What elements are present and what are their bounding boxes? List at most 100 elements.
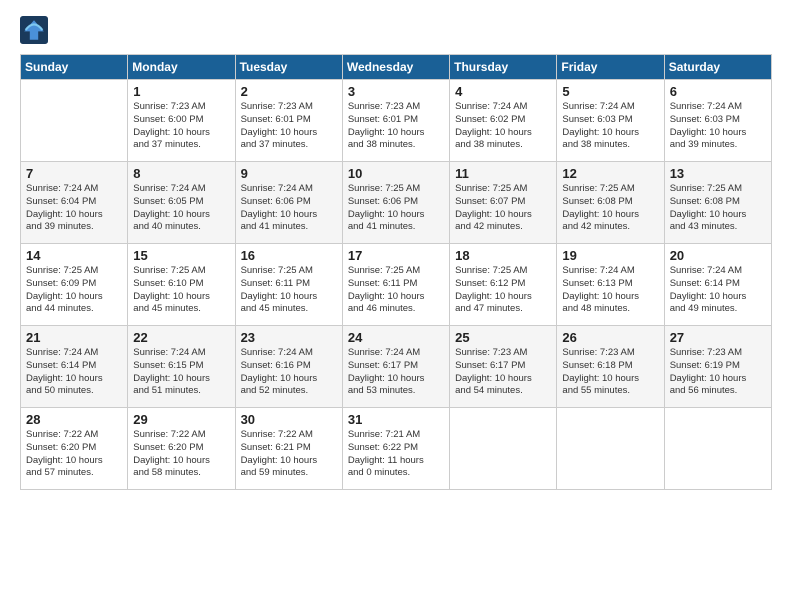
day-number: 13	[670, 166, 766, 181]
day-cell: 27 Sunrise: 7:23 AM Sunset: 6:19 PM Dayli…	[664, 326, 771, 408]
day-cell: 2Sunrise: 7:23 AM Sunset: 6:01 PM Daylig…	[235, 80, 342, 162]
cell-info: Sunrise: 7:24 AM Sunset: 6:04 PM Dayligh…	[26, 183, 122, 234]
day-cell: 17 Sunrise: 7:25 AM Sunset: 6:11 PM Dayli…	[342, 244, 449, 326]
cell-info: Sunrise: 7:23 AM Sunset: 6:19 PM Dayligh…	[670, 347, 766, 398]
day-number: 26	[562, 330, 658, 345]
day-cell	[557, 408, 664, 490]
cell-info: Sunrise: 7:24 AM Sunset: 6:16 PM Dayligh…	[241, 347, 337, 398]
day-number: 30	[241, 412, 337, 427]
day-cell	[450, 408, 557, 490]
day-cell: 29 Sunrise: 7:22 AM Sunset: 6:20 PM Dayli…	[128, 408, 235, 490]
day-number: 29	[133, 412, 229, 427]
day-cell: 24 Sunrise: 7:24 AM Sunset: 6:17 PM Dayli…	[342, 326, 449, 408]
day-number: 19	[562, 248, 658, 263]
day-number: 5	[562, 84, 658, 99]
day-number: 24	[348, 330, 444, 345]
cell-info: Sunrise: 7:23 AM Sunset: 6:01 PM Dayligh…	[348, 101, 444, 152]
week-row-2: 7 Sunrise: 7:24 AM Sunset: 6:04 PM Daylig…	[21, 162, 772, 244]
cell-info: Sunrise: 7:22 AM Sunset: 6:20 PM Dayligh…	[26, 429, 122, 480]
day-number: 28	[26, 412, 122, 427]
day-cell: 7 Sunrise: 7:24 AM Sunset: 6:04 PM Daylig…	[21, 162, 128, 244]
day-cell: 16 Sunrise: 7:25 AM Sunset: 6:11 PM Dayli…	[235, 244, 342, 326]
col-header-tuesday: Tuesday	[235, 55, 342, 80]
week-row-4: 21 Sunrise: 7:24 AM Sunset: 6:14 PM Dayli…	[21, 326, 772, 408]
day-cell: 31 Sunrise: 7:21 AM Sunset: 6:22 PM Dayli…	[342, 408, 449, 490]
day-cell: 14 Sunrise: 7:25 AM Sunset: 6:09 PM Dayli…	[21, 244, 128, 326]
col-header-thursday: Thursday	[450, 55, 557, 80]
day-cell: 9Sunrise: 7:24 AM Sunset: 6:06 PM Daylig…	[235, 162, 342, 244]
col-header-wednesday: Wednesday	[342, 55, 449, 80]
page: SundayMondayTuesdayWednesdayThursdayFrid…	[0, 0, 792, 612]
day-number: 27	[670, 330, 766, 345]
week-row-1: 1 Sunrise: 7:23 AM Sunset: 6:00 PM Daylig…	[21, 80, 772, 162]
day-number: 7	[26, 166, 122, 181]
day-cell: 12Sunrise: 7:25 AM Sunset: 6:08 PM Dayli…	[557, 162, 664, 244]
day-number: 14	[26, 248, 122, 263]
day-cell: 8 Sunrise: 7:24 AM Sunset: 6:05 PM Daylig…	[128, 162, 235, 244]
cell-info: Sunrise: 7:24 AM Sunset: 6:03 PM Dayligh…	[562, 101, 658, 152]
day-cell: 15 Sunrise: 7:25 AM Sunset: 6:10 PM Dayli…	[128, 244, 235, 326]
day-cell: 22Sunrise: 7:24 AM Sunset: 6:15 PM Dayli…	[128, 326, 235, 408]
day-cell: 30 Sunrise: 7:22 AM Sunset: 6:21 PM Dayli…	[235, 408, 342, 490]
day-number: 21	[26, 330, 122, 345]
cell-info: Sunrise: 7:22 AM Sunset: 6:20 PM Dayligh…	[133, 429, 229, 480]
cell-info: Sunrise: 7:25 AM Sunset: 6:11 PM Dayligh…	[241, 265, 337, 316]
day-cell: 1 Sunrise: 7:23 AM Sunset: 6:00 PM Daylig…	[128, 80, 235, 162]
col-header-sunday: Sunday	[21, 55, 128, 80]
cell-info: Sunrise: 7:23 AM Sunset: 6:17 PM Dayligh…	[455, 347, 551, 398]
cell-info: Sunrise: 7:25 AM Sunset: 6:10 PM Dayligh…	[133, 265, 229, 316]
day-number: 23	[241, 330, 337, 345]
day-number: 6	[670, 84, 766, 99]
day-number: 15	[133, 248, 229, 263]
cell-info: Sunrise: 7:24 AM Sunset: 6:14 PM Dayligh…	[26, 347, 122, 398]
day-number: 17	[348, 248, 444, 263]
day-number: 2	[241, 84, 337, 99]
cell-info: Sunrise: 7:25 AM Sunset: 6:11 PM Dayligh…	[348, 265, 444, 316]
cell-info: Sunrise: 7:25 AM Sunset: 6:06 PM Dayligh…	[348, 183, 444, 234]
cell-info: Sunrise: 7:25 AM Sunset: 6:09 PM Dayligh…	[26, 265, 122, 316]
day-number: 31	[348, 412, 444, 427]
day-cell: 25 Sunrise: 7:23 AM Sunset: 6:17 PM Dayli…	[450, 326, 557, 408]
header	[20, 16, 772, 44]
day-cell: 4 Sunrise: 7:24 AM Sunset: 6:02 PM Daylig…	[450, 80, 557, 162]
day-number: 1	[133, 84, 229, 99]
header-row: SundayMondayTuesdayWednesdayThursdayFrid…	[21, 55, 772, 80]
col-header-monday: Monday	[128, 55, 235, 80]
day-cell: 11 Sunrise: 7:25 AM Sunset: 6:07 PM Dayli…	[450, 162, 557, 244]
cell-info: Sunrise: 7:21 AM Sunset: 6:22 PM Dayligh…	[348, 429, 444, 480]
cell-info: Sunrise: 7:24 AM Sunset: 6:05 PM Dayligh…	[133, 183, 229, 234]
cell-info: Sunrise: 7:24 AM Sunset: 6:15 PM Dayligh…	[133, 347, 229, 398]
col-header-saturday: Saturday	[664, 55, 771, 80]
day-number: 4	[455, 84, 551, 99]
day-number: 12	[562, 166, 658, 181]
day-number: 25	[455, 330, 551, 345]
cell-info: Sunrise: 7:25 AM Sunset: 6:07 PM Dayligh…	[455, 183, 551, 234]
day-cell: 19 Sunrise: 7:24 AM Sunset: 6:13 PM Dayli…	[557, 244, 664, 326]
cell-info: Sunrise: 7:24 AM Sunset: 6:17 PM Dayligh…	[348, 347, 444, 398]
day-number: 3	[348, 84, 444, 99]
logo	[20, 16, 52, 44]
day-cell: 23 Sunrise: 7:24 AM Sunset: 6:16 PM Dayli…	[235, 326, 342, 408]
day-cell: 13 Sunrise: 7:25 AM Sunset: 6:08 PM Dayli…	[664, 162, 771, 244]
day-cell	[21, 80, 128, 162]
week-row-5: 28 Sunrise: 7:22 AM Sunset: 6:20 PM Dayli…	[21, 408, 772, 490]
day-cell: 21 Sunrise: 7:24 AM Sunset: 6:14 PM Dayli…	[21, 326, 128, 408]
day-cell: 6 Sunrise: 7:24 AM Sunset: 6:03 PM Daylig…	[664, 80, 771, 162]
cell-info: Sunrise: 7:24 AM Sunset: 6:06 PM Dayligh…	[241, 183, 337, 234]
logo-icon	[20, 16, 48, 44]
col-header-friday: Friday	[557, 55, 664, 80]
day-number: 16	[241, 248, 337, 263]
cell-info: Sunrise: 7:22 AM Sunset: 6:21 PM Dayligh…	[241, 429, 337, 480]
cell-info: Sunrise: 7:24 AM Sunset: 6:02 PM Dayligh…	[455, 101, 551, 152]
cell-info: Sunrise: 7:24 AM Sunset: 6:03 PM Dayligh…	[670, 101, 766, 152]
day-number: 8	[133, 166, 229, 181]
day-cell: 26Sunrise: 7:23 AM Sunset: 6:18 PM Dayli…	[557, 326, 664, 408]
day-number: 20	[670, 248, 766, 263]
day-number: 10	[348, 166, 444, 181]
cell-info: Sunrise: 7:25 AM Sunset: 6:12 PM Dayligh…	[455, 265, 551, 316]
cell-info: Sunrise: 7:25 AM Sunset: 6:08 PM Dayligh…	[670, 183, 766, 234]
day-number: 11	[455, 166, 551, 181]
cell-info: Sunrise: 7:24 AM Sunset: 6:13 PM Dayligh…	[562, 265, 658, 316]
cell-info: Sunrise: 7:23 AM Sunset: 6:00 PM Dayligh…	[133, 101, 229, 152]
cell-info: Sunrise: 7:24 AM Sunset: 6:14 PM Dayligh…	[670, 265, 766, 316]
